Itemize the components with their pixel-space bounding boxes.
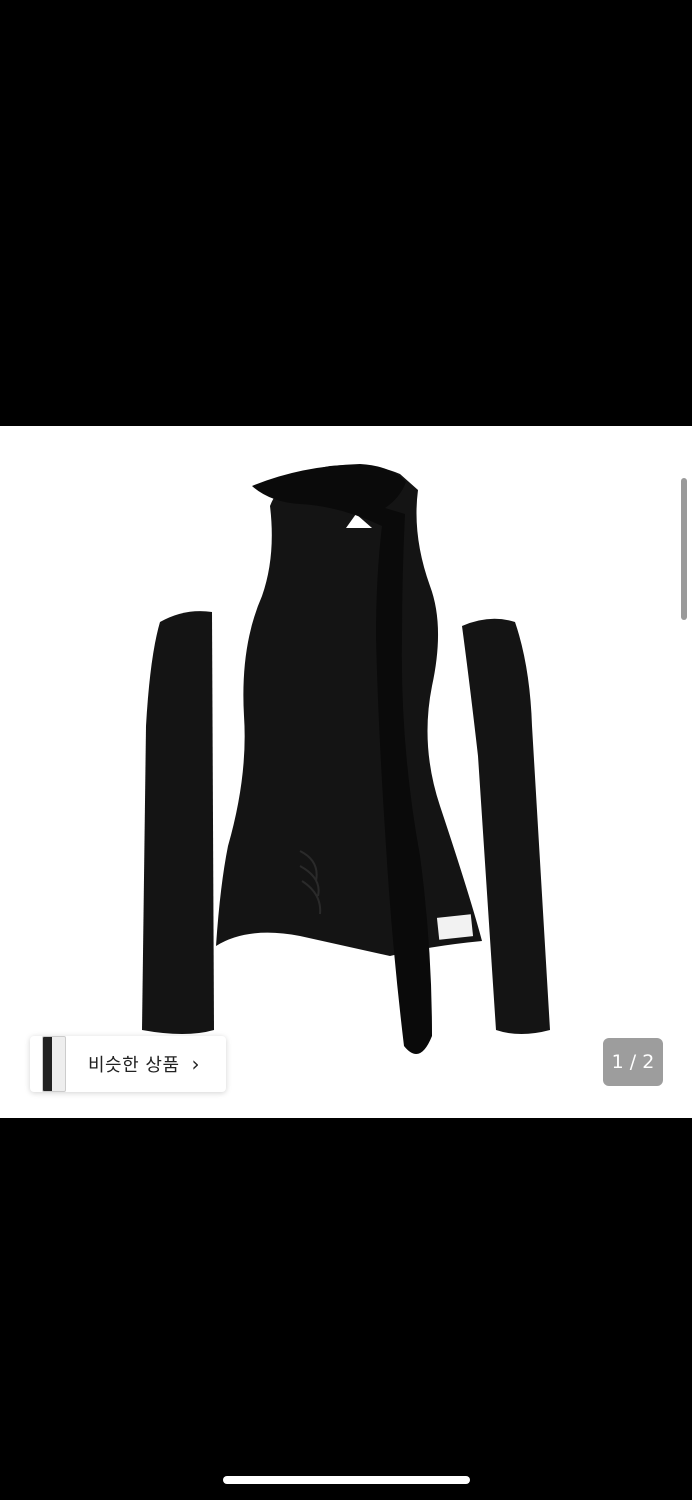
product-photo — [142, 464, 550, 1054]
left-sleeve — [142, 611, 214, 1034]
top-dark-area — [0, 0, 692, 426]
brand-label — [436, 914, 474, 940]
scrollbar[interactable] — [681, 478, 687, 620]
chevron-right-icon: › — [191, 1052, 200, 1076]
product-image-viewer[interactable]: 비슷한 상품 › 1 / 2 — [0, 426, 692, 1118]
similar-products-button[interactable]: 비슷한 상품 › — [30, 1036, 226, 1092]
page-counter: 1 / 2 — [603, 1038, 663, 1086]
similar-product-thumbnail — [42, 1036, 66, 1092]
right-sleeve — [462, 618, 550, 1034]
garment-body — [216, 465, 482, 956]
home-indicator[interactable] — [223, 1476, 470, 1484]
similar-products-label: 비슷한 상품 — [88, 1055, 180, 1076]
bottom-dark-area — [0, 1118, 692, 1500]
